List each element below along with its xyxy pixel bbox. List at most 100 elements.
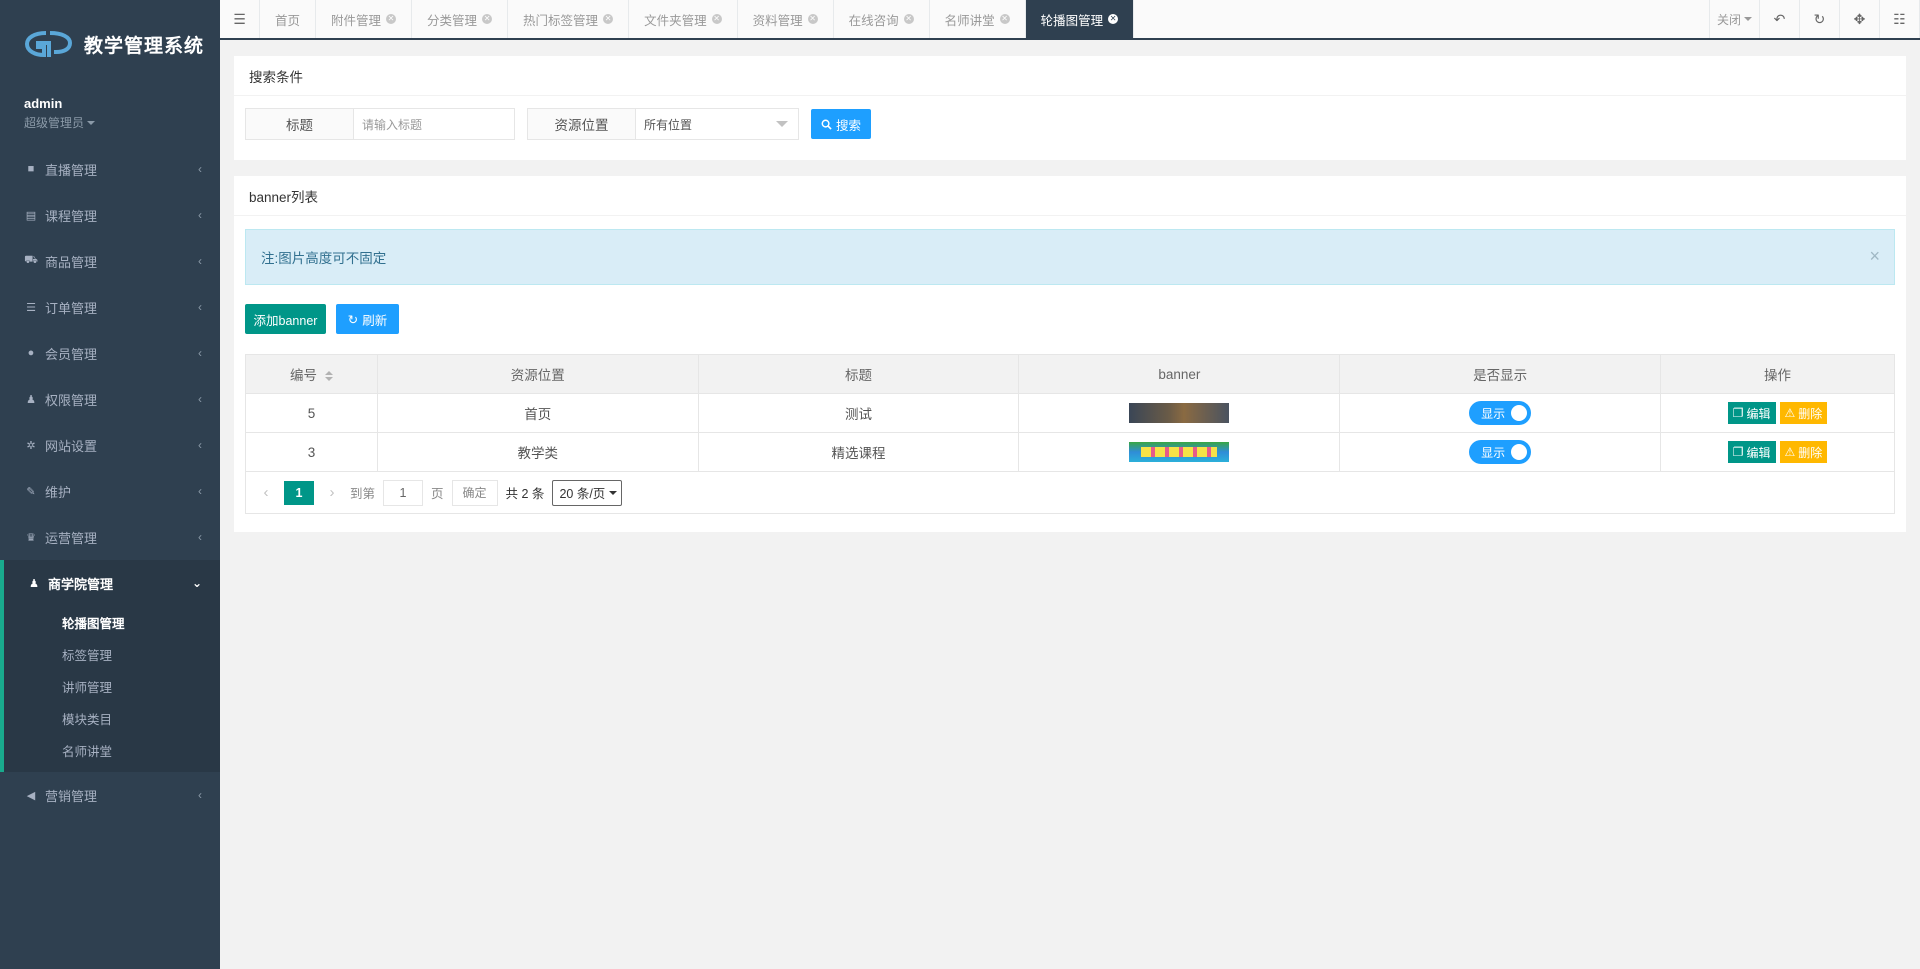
page-tab[interactable]: 轮播图管理 ✕	[1025, 0, 1135, 38]
delete-label: 删除	[1798, 406, 1823, 421]
close-tab-icon[interactable]: ✕	[711, 14, 722, 24]
list-panel-title: banner列表	[234, 176, 1906, 216]
position-field: 资源位置 所有位置	[527, 108, 799, 140]
page-tab[interactable]: 附件管理 ✕	[316, 0, 413, 38]
column-header-id[interactable]: 编号	[245, 354, 378, 394]
current-page[interactable]: 1	[284, 480, 314, 505]
confirm-page-button[interactable]: 确定	[451, 479, 498, 506]
sidebar-item-label: 订单管理	[45, 300, 98, 316]
sidebar-subitem[interactable]: 名师讲堂	[4, 734, 220, 766]
banner-thumbnail[interactable]	[1129, 442, 1230, 462]
delete-button[interactable]: ⚠ 删除	[1779, 441, 1828, 463]
sidebar-item[interactable]: ✲ 网站设置 ‹	[0, 422, 220, 468]
search-icon	[821, 119, 832, 130]
refresh-button[interactable]: ↻ 刷新	[336, 304, 399, 334]
page-tab[interactable]: 资料管理 ✕	[738, 0, 834, 38]
cell-position: 教学类	[376, 432, 699, 472]
page-tab-label: 轮播图管理	[1040, 13, 1104, 28]
close-tab-icon[interactable]: ✕	[903, 14, 914, 24]
show-toggle-label: 显示	[1481, 406, 1506, 421]
close-tab-icon[interactable]: ✕	[603, 14, 614, 24]
back-button[interactable]: ↶	[1760, 0, 1800, 38]
sidebar-item[interactable]: ♛ 运营管理 ‹	[0, 514, 220, 560]
sidebar-item[interactable]: ■ 直播管理 ‹	[0, 146, 220, 192]
title-input[interactable]: 请输入标题	[354, 109, 514, 139]
banner-table: 编号 资源位置 标题 banner 是否显示 操作 5 首页 测试 显示 ❐ 编辑…	[245, 354, 1895, 472]
close-tab-icon[interactable]: ✕	[999, 14, 1010, 24]
title-label: 标题	[246, 109, 354, 139]
page-tab[interactable]: 在线咨询 ✕	[834, 0, 930, 38]
reload-button[interactable]: ↻	[1800, 0, 1840, 38]
search-button[interactable]: 搜索	[811, 109, 871, 139]
search-panel: 搜索条件 标题 请输入标题 资源位置 所有位置 搜索	[234, 56, 1906, 160]
chevron-left-icon: ‹	[198, 788, 202, 802]
cell-show: 显示	[1339, 393, 1662, 433]
book-icon: ▤	[25, 209, 37, 222]
sidebar-item[interactable]: ☰ 订单管理 ‹	[0, 284, 220, 330]
edit-button[interactable]: ❐ 编辑	[1727, 402, 1776, 424]
sidebar-subitem[interactable]: 模块类目	[4, 702, 220, 734]
close-tab-icon[interactable]: ✕	[482, 14, 493, 24]
sort-icon[interactable]	[324, 371, 333, 382]
close-tab-icon[interactable]: ✕	[386, 14, 397, 24]
chevron-left-icon: ‹	[198, 392, 202, 406]
banner-list-panel: banner列表 注:图片高度可不固定 × 添加banner ↻ 刷新 编号 资…	[234, 176, 1906, 532]
sidebar-item-label: 商品管理	[45, 254, 98, 270]
sidebar-item[interactable]: ♟ 权限管理 ‹	[0, 376, 220, 422]
logo-icon	[24, 31, 73, 58]
sidebar-subitem[interactable]: 轮播图管理	[4, 606, 220, 638]
page-size-select[interactable]: 20 条/页	[552, 479, 623, 506]
trophy-icon: ♛	[26, 531, 36, 544]
reply-icon: ↶	[1773, 10, 1786, 27]
show-toggle[interactable]: 显示	[1469, 401, 1532, 425]
cart-icon: ⛟	[24, 254, 38, 266]
sidebar-item[interactable]: ▤ 课程管理 ‹	[0, 192, 220, 238]
next-page-icon[interactable]: ›	[322, 484, 342, 501]
user-name: admin	[24, 96, 63, 111]
edit-button[interactable]: ❐ 编辑	[1727, 441, 1776, 463]
page-tab[interactable]: 文件夹管理 ✕	[629, 0, 738, 38]
search-form: 标题 请输入标题 资源位置 所有位置 搜索	[245, 108, 871, 140]
menu-toggle-button[interactable]: ☰	[220, 0, 260, 38]
sidebar-item[interactable]: ♟ 商学院管理 ⌄	[4, 560, 220, 606]
page-tabs: 首页 附件管理 ✕ 分类管理 ✕ 热门标签管理 ✕ 文件夹管理 ✕ 资料管理 ✕ 在线咨询 ✕ 名师讲堂 ✕…	[260, 0, 1709, 38]
page-input[interactable]: 1	[383, 479, 424, 506]
user-profile[interactable]: admin 超级管理员	[0, 88, 220, 140]
page-tab[interactable]: 分类管理 ✕	[412, 0, 509, 38]
close-tabs-dropdown[interactable]: 关闭	[1710, 0, 1760, 38]
prev-page-icon[interactable]: ‹	[256, 484, 276, 501]
sidebar-item[interactable]: ● 会员管理 ‹	[0, 330, 220, 376]
user-role-dropdown[interactable]: 超级管理员	[24, 114, 196, 131]
page-tab[interactable]: 热门标签管理 ✕	[508, 0, 630, 38]
chevron-left-icon: ‹	[198, 208, 202, 222]
close-icon[interactable]: ×	[1869, 246, 1880, 267]
close-tab-icon[interactable]: ✕	[1108, 14, 1119, 24]
sidebar-subitem[interactable]: 讲师管理	[4, 670, 220, 702]
users-icon: ♟	[26, 393, 36, 406]
cell-title: 测试	[697, 393, 1020, 433]
position-label: 资源位置	[528, 109, 636, 139]
top-tabs-bar: ☰ 首页 附件管理 ✕ 分类管理 ✕ 热门标签管理 ✕ 文件夹管理 ✕ 资料管理 ✕ 在线咨询 ✕ 名师讲…	[220, 0, 1920, 40]
sidebar-item-label: 网站设置	[45, 438, 98, 454]
position-select[interactable]: 所有位置	[636, 109, 798, 139]
sidebar-item[interactable]: ◀ 营销管理 ‹	[0, 772, 220, 818]
fullscreen-button[interactable]: ✥	[1840, 0, 1880, 38]
cell-actions: ❐ 编辑 ⚠ 删除	[1660, 393, 1895, 433]
sidebar-item[interactable]: ⛟ 商品管理 ‹	[0, 238, 220, 284]
delete-button[interactable]: ⚠ 删除	[1779, 402, 1828, 424]
add-banner-button[interactable]: 添加banner	[245, 304, 326, 334]
wand-icon: ✎	[26, 485, 36, 498]
chevron-left-icon: ‹	[198, 162, 202, 176]
page-tab[interactable]: 名师讲堂 ✕	[930, 0, 1026, 38]
title-field: 标题 请输入标题	[245, 108, 515, 140]
page-tab-label: 附件管理	[331, 13, 382, 28]
sidebar-subitem[interactable]: 标签管理	[4, 638, 220, 670]
chevron-left-icon: ‹	[198, 530, 202, 544]
banner-thumbnail[interactable]	[1129, 403, 1230, 423]
close-tab-icon[interactable]: ✕	[807, 14, 818, 24]
settings-button[interactable]: ☷	[1880, 0, 1920, 38]
page-tab[interactable]: 首页	[260, 0, 317, 38]
sidebar-item[interactable]: ✎ 维护 ‹	[0, 468, 220, 514]
position-select-value: 所有位置	[644, 117, 693, 132]
show-toggle[interactable]: 显示	[1469, 440, 1532, 464]
